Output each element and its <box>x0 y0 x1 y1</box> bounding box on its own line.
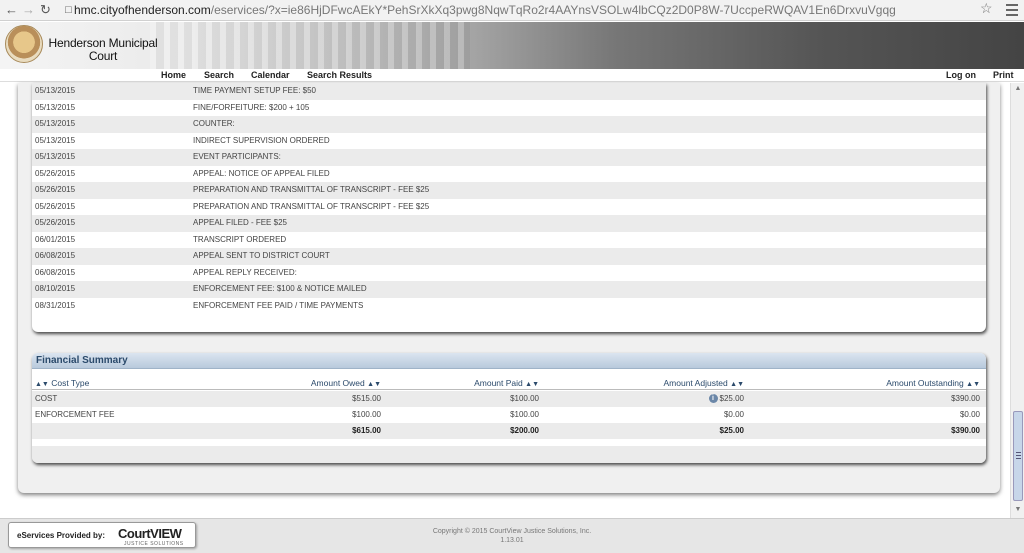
financial-summary: Financial Summary ▲▼ Cost Type Amount Ow… <box>32 353 986 463</box>
court-name-line2: Court <box>88 49 118 63</box>
table-row: 05/13/2015 INDIRECT SUPERVISION ORDERED <box>35 135 330 145</box>
version-text: 1.13.01 <box>500 537 524 544</box>
table-row: COST $515.00 $100.00 i $25.00 $390.00 <box>32 391 986 407</box>
table-row: 08/10/2015 ENFORCEMENT FEE: $100 & NOTICE… <box>32 281 986 298</box>
scroll-thumb[interactable] <box>1013 411 1023 501</box>
browser-menu-icon[interactable] <box>1006 1 1018 19</box>
col-amount-paid[interactable]: Amount Paid ▲▼ <box>474 376 539 392</box>
url-path: /eservices/?x=ie86HjDFwcAEkY*PehSrXkXq3p… <box>210 3 896 17</box>
table-row: 05/13/2015 FINE/FORFEITURE: $200 + 105 <box>35 102 310 112</box>
table-row: 06/08/2015 APPEAL SENT TO DISTRICT COURT <box>32 248 986 265</box>
sort-icon: ▲▼ <box>966 381 980 388</box>
info-icon[interactable]: i <box>708 394 718 404</box>
url-domain: hmc.cityofhenderson.com <box>74 3 211 17</box>
financial-summary-title: Financial Summary <box>32 353 986 369</box>
vertical-scrollbar[interactable]: ▲ ▼ <box>1010 83 1024 518</box>
table-row: ENFORCEMENT FEE $100.00 $100.00 $0.00 $0… <box>35 410 980 419</box>
nav-search[interactable]: Search <box>204 69 234 81</box>
table-row: 06/08/2015 APPEAL REPLY RECEIVED: <box>35 267 297 277</box>
sort-icon: ▲▼ <box>35 381 49 388</box>
table-row: 05/13/2015 COUNTER: <box>32 116 986 133</box>
content-area: 05/13/2015 TIME PAYMENT SETUP FEE: $50 05… <box>0 83 1010 518</box>
browser-toolbar: ← → ↻ □ hmc.cityofhenderson.com/eservice… <box>0 0 1024 21</box>
nav-home[interactable]: Home <box>161 69 186 81</box>
bookmark-star-icon[interactable]: ☆ <box>980 0 993 17</box>
site-header: Henderson Municipal Court <box>0 22 1024 69</box>
financial-header-row: ▲▼ Cost Type Amount Owed ▲▼ Amount Paid … <box>32 376 986 390</box>
reload-icon[interactable]: ↻ <box>37 0 54 20</box>
table-row: 06/01/2015 TRANSCRIPT ORDERED <box>35 234 287 244</box>
scroll-down-icon[interactable]: ▼ <box>1013 506 1023 516</box>
nav-search-results[interactable]: Search Results <box>307 69 372 81</box>
nav-print[interactable]: Print <box>993 69 1014 81</box>
back-icon[interactable]: ← <box>3 0 20 20</box>
table-row: 05/13/2015 EVENT PARTICIPANTS: <box>32 149 986 166</box>
copyright: Copyright © 2015 CourtView Justice Solut… <box>0 527 1024 545</box>
court-name: Henderson Municipal Court <box>48 37 158 63</box>
courthouse-banner-image <box>150 22 470 69</box>
table-row: 05/26/2015 APPEAL: NOTICE OF APPEAL FILED <box>35 168 330 178</box>
nav-calendar[interactable]: Calendar <box>251 69 290 81</box>
table-row: 05/13/2015 TIME PAYMENT SETUP FEE: $50 <box>32 83 986 100</box>
nav-log-on[interactable]: Log on <box>946 69 976 81</box>
sort-icon: ▲▼ <box>367 381 381 388</box>
events-table: 05/13/2015 TIME PAYMENT SETUP FEE: $50 05… <box>32 83 986 332</box>
copyright-text: Copyright © 2015 CourtView Justice Solut… <box>432 528 592 535</box>
top-nav: Home Search Calendar Search Results Log … <box>0 69 1024 82</box>
address-bar[interactable]: hmc.cityofhenderson.com/eservices/?x=ie8… <box>74 2 974 19</box>
sort-icon: ▲▼ <box>730 381 744 388</box>
table-row: 05/26/2015 PREPARATION AND TRANSMITTAL OF… <box>32 182 986 199</box>
col-amount-owed[interactable]: Amount Owed ▲▼ <box>311 376 381 392</box>
table-row: 05/26/2015 APPEAL FILED - FEE $25 <box>32 215 986 232</box>
sort-icon: ▲▼ <box>525 381 539 388</box>
col-amount-adjusted[interactable]: Amount Adjusted ▲▼ <box>664 376 745 392</box>
col-cost-type[interactable]: ▲▼ Cost Type <box>35 376 89 392</box>
scroll-up-icon[interactable]: ▲ <box>1013 85 1023 95</box>
forward-icon[interactable]: → <box>20 0 37 20</box>
city-seal-logo <box>5 25 43 63</box>
page-footer: eServices Provided by: CourtVIEW JUSTICE… <box>0 518 1024 553</box>
totals-row: $615.00 $200.00 $25.00 $390.00 <box>32 423 986 439</box>
table-row: 08/31/2015 ENFORCEMENT FEE PAID / TIME PA… <box>35 300 364 310</box>
col-amount-outstanding[interactable]: Amount Outstanding ▲▼ <box>886 376 980 392</box>
table-row: 05/26/2015 PREPARATION AND TRANSMITTAL OF… <box>35 201 430 211</box>
financial-footer-bar <box>32 446 986 463</box>
